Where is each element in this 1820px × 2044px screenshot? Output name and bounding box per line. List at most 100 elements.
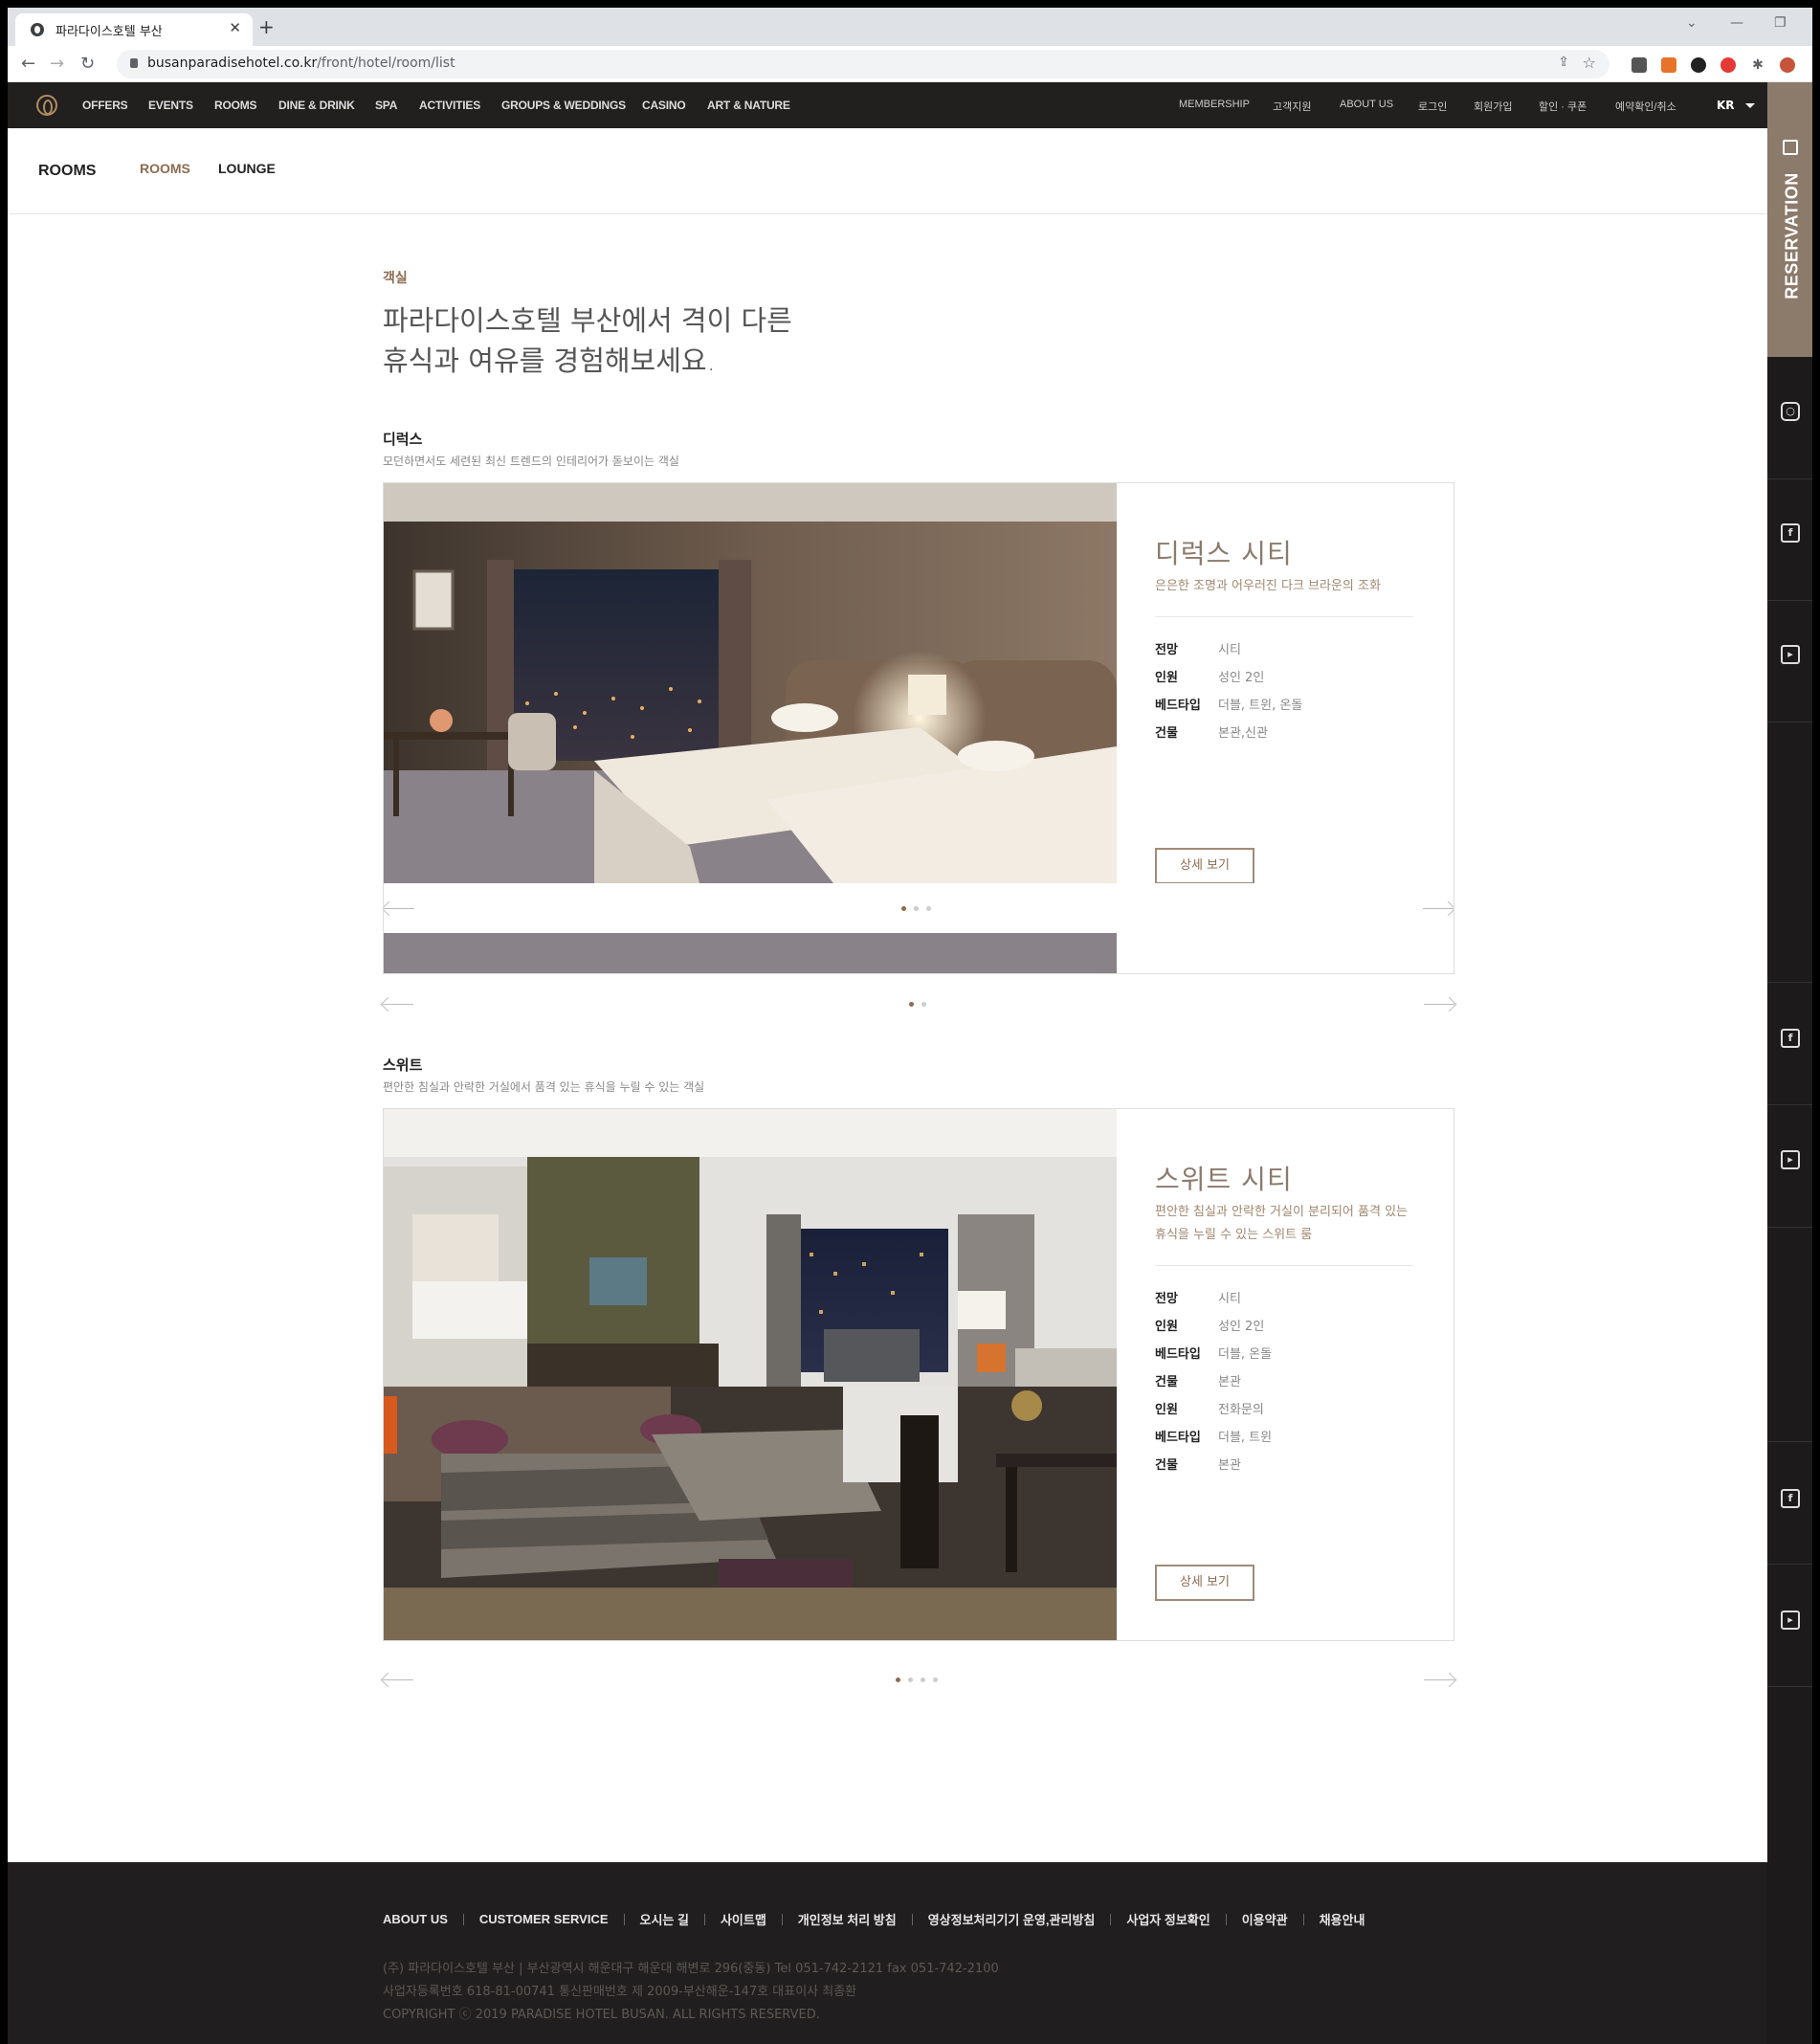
separator — [781, 1913, 783, 1925]
facebook-icon[interactable]: f — [1781, 1489, 1800, 1508]
extensions-puzzle-icon[interactable]: ✱ — [1750, 57, 1765, 73]
reservation-label: RESERVATION — [1782, 172, 1802, 300]
nav-rooms[interactable]: ROOMS — [214, 99, 257, 112]
browser-tab[interactable]: 파라다이스호텔 부산 ✕ — [15, 13, 253, 46]
bookmark-star-icon[interactable]: ☆ — [1583, 54, 1596, 72]
subnav-item-lounge[interactable]: LOUNGE — [218, 161, 276, 176]
nav-about-us[interactable]: ABOUT US — [1340, 99, 1393, 110]
suite-next-arrow-icon[interactable] — [1424, 1679, 1454, 1680]
footer-link-customer-service[interactable]: CUSTOMER SERVICE — [479, 1912, 609, 1926]
nav-spa[interactable]: SPA — [375, 99, 397, 112]
spec-row: 건물 본관 — [1155, 1368, 1241, 1396]
nav-reservation-check[interactable]: 예약확인/취소 — [1615, 99, 1676, 114]
rail-divider — [1767, 1564, 1812, 1565]
rail-divider — [1767, 982, 1812, 983]
slide-dot[interactable] — [901, 906, 906, 911]
room-card-suite: 스위트 시티 편안한 침실과 안락한 거실이 분리되어 품격 있는 휴식을 누릴… — [383, 1108, 1454, 1641]
detail-button[interactable]: 상세 보기 — [1155, 1565, 1254, 1601]
headline-line-1: 파라다이스호텔 부산에서 격이 다른 — [383, 304, 792, 337]
profile-avatar[interactable] — [1780, 57, 1795, 73]
nav-groups-weddings[interactable]: GROUPS & WEDDINGS — [501, 99, 626, 112]
deluxe-next-arrow-icon[interactable] — [1424, 1004, 1454, 1005]
language-select[interactable]: KR — [1717, 99, 1755, 112]
nav-casino[interactable]: CASINO — [642, 99, 686, 112]
nav-membership[interactable]: MEMBERSHIP — [1179, 99, 1250, 110]
reservation-button[interactable]: RESERVATION — [1767, 82, 1812, 357]
nav-customer-support[interactable]: 고객지원 — [1273, 99, 1311, 114]
close-tab-icon[interactable]: ✕ — [229, 19, 241, 36]
paradise-logo-icon[interactable] — [36, 95, 57, 116]
slide-dot[interactable] — [896, 1677, 900, 1682]
spec-value: 본관,신관 — [1218, 726, 1268, 741]
slide-dot[interactable] — [921, 1677, 925, 1682]
facebook-icon[interactable]: f — [1781, 523, 1800, 543]
spec-value: 본관 — [1218, 1458, 1241, 1473]
slide-dot[interactable] — [921, 1002, 926, 1007]
footer-business-reg: 사업자등록번호 618-81-00741 통신판매번호 제 2009-부산해운-… — [383, 1985, 857, 1999]
reload-icon[interactable]: ↻ — [80, 54, 95, 74]
share-icon[interactable]: ⇪ — [1558, 55, 1569, 70]
youtube-icon[interactable]: ▸ — [1781, 1611, 1800, 1630]
suite-room-image — [384, 1109, 1117, 1640]
nav-login[interactable]: 로그인 — [1418, 99, 1447, 114]
divider — [1155, 616, 1413, 617]
subnav-item-rooms[interactable]: ROOMS — [140, 161, 190, 176]
spec-row: 전망 시티 — [1155, 636, 1241, 664]
minimize-icon[interactable]: — — [1730, 15, 1743, 31]
nav-events[interactable]: EVENTS — [148, 99, 193, 112]
new-tab-icon[interactable]: + — [258, 15, 275, 38]
room-name: 디럭스 시티 — [1155, 538, 1293, 569]
nav-art-nature[interactable]: ART & NATURE — [707, 99, 790, 112]
extension-icon[interactable] — [1631, 57, 1647, 73]
adblock-icon[interactable] — [1720, 57, 1736, 73]
inner-next-arrow-icon[interactable] — [1423, 908, 1454, 909]
slide-dot[interactable] — [909, 1002, 914, 1007]
room-name: 스위트 시티 — [1155, 1164, 1293, 1195]
slide-dot[interactable] — [914, 906, 919, 911]
tab-search-icon[interactable]: ⌄ — [1686, 15, 1698, 31]
footer-link-directions[interactable]: 오시는 길 — [640, 1910, 689, 1928]
rail-divider — [1767, 1441, 1812, 1442]
footer-link-about[interactable]: ABOUT US — [383, 1912, 448, 1926]
slide-dot[interactable] — [908, 1677, 913, 1682]
back-icon[interactable]: ← — [21, 54, 35, 74]
youtube-icon[interactable]: ▸ — [1781, 645, 1800, 664]
site-footer: ABOUT US CUSTOMER SERVICE 오시는 길 사이트맵 개인정… — [8, 1862, 1767, 2044]
footer-link-cctv-policy[interactable]: 영상정보처리기기 운영,관리방침 — [928, 1910, 1096, 1928]
instagram-icon[interactable]: ○ — [1781, 402, 1800, 421]
suite-section-title: 스위트 — [383, 1056, 423, 1074]
detail-button[interactable]: 상세 보기 — [1155, 848, 1254, 884]
extension-rx-icon[interactable] — [1661, 57, 1676, 73]
footer-link-privacy[interactable]: 개인정보 처리 방침 — [798, 1910, 897, 1928]
nav-offers[interactable]: OFFERS — [82, 99, 128, 112]
deluxe-prev-arrow-icon[interactable] — [383, 1004, 413, 1005]
spec-key: 건물 — [1155, 1375, 1178, 1389]
browser-window: 파라다이스호텔 부산 ✕ + ⌄ — ❐ ← → ↻ busanparadise… — [8, 8, 1812, 2044]
inner-prev-arrow-icon[interactable] — [384, 908, 414, 909]
spec-value: 더블, 온돌 — [1218, 1347, 1273, 1362]
spec-row: 베드타입 더블, 트윈 — [1155, 1424, 1272, 1452]
rail-divider — [1767, 600, 1812, 601]
nav-dine-drink[interactable]: DINE & DRINK — [278, 99, 355, 112]
url-bar[interactable]: busanparadisehotel.co.kr/front/hotel/roo… — [117, 50, 1609, 78]
inner-slide-dots — [901, 906, 931, 911]
extension-w-icon[interactable] — [1691, 57, 1706, 73]
nav-activities[interactable]: ACTIVITIES — [419, 99, 480, 112]
footer-link-sitemap[interactable]: 사이트맵 — [721, 1910, 766, 1928]
forward-icon[interactable]: → — [50, 54, 64, 74]
suite-slide-dots — [896, 1677, 938, 1682]
footer-link-careers[interactable]: 채용안내 — [1320, 1910, 1365, 1928]
footer-link-terms[interactable]: 이용약관 — [1242, 1910, 1288, 1928]
nav-signup[interactable]: 회원가입 — [1474, 99, 1512, 114]
youtube-icon[interactable]: ▸ — [1781, 1150, 1800, 1169]
slide-dot[interactable] — [933, 1677, 938, 1682]
slide-dot[interactable] — [926, 906, 931, 911]
spec-row: 베드타입 더블, 온돌 — [1155, 1341, 1272, 1368]
restore-icon[interactable]: ❐ — [1774, 15, 1787, 31]
footer-link-business-info[interactable]: 사업자 정보확인 — [1126, 1910, 1210, 1928]
suite-prev-arrow-icon[interactable] — [383, 1679, 413, 1680]
nav-discount-coupon[interactable]: 할인 · 쿠폰 — [1539, 99, 1587, 114]
tab-title: 파라다이스호텔 부산 — [55, 25, 163, 39]
room-desc: 은은한 조명과 어우러진 다크 브라운의 조화 — [1155, 579, 1381, 593]
facebook-icon[interactable]: f — [1781, 1029, 1800, 1048]
